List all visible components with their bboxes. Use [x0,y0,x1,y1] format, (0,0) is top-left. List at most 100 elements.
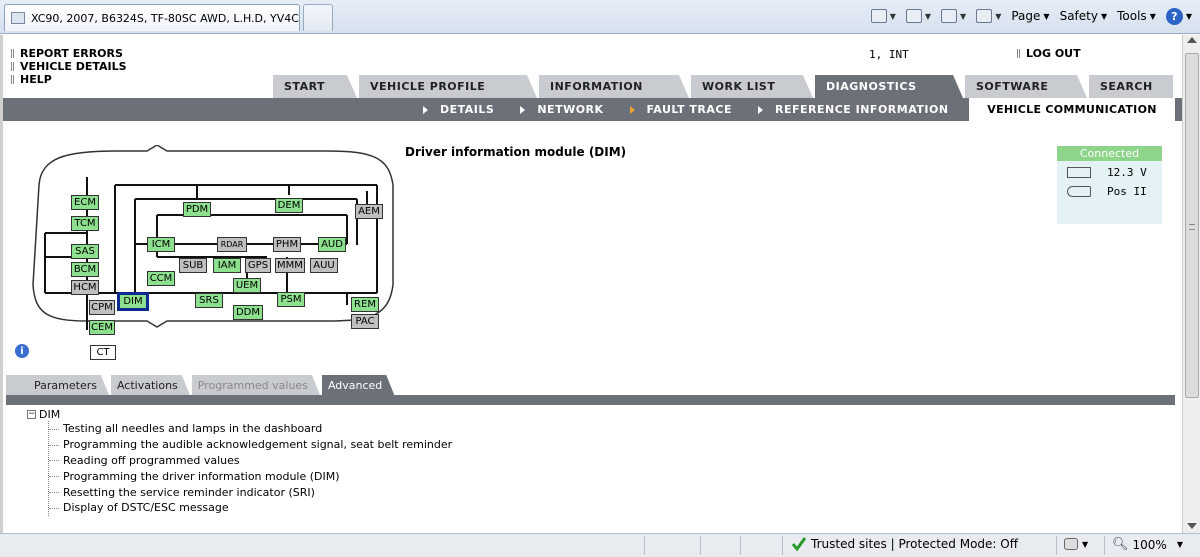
scroll-down-icon[interactable] [1187,523,1197,529]
module-label: RDAR [220,239,244,249]
module-icm[interactable]: ICM [147,237,175,252]
tree-item[interactable]: Display of DSTC/ESC message [49,500,452,516]
tab-start[interactable]: START [273,75,357,98]
zoom-level: 100% [1132,537,1167,552]
browser-tab-active[interactable]: XC90, 2007, B6324S, TF-80SC AWD, L.H.D, … [4,4,300,31]
info-icon[interactable]: i [15,344,29,358]
logout-link[interactable]: LOG OUT [1017,47,1081,60]
module-label: BCM [73,263,97,275]
tab-software[interactable]: SOFTWARE [965,75,1087,98]
help-menu[interactable]: ? ▼ [1165,7,1192,25]
tree-item-label: Programming the driver information modul… [63,469,340,483]
collapse-icon[interactable]: − [27,409,36,419]
tree-item[interactable]: Programming the driver information modul… [49,468,452,484]
module-label: CT [96,346,110,358]
module-bcm[interactable]: BCM [71,262,99,277]
tab-activations[interactable]: Activations [111,375,190,395]
scroll-thumb[interactable] [1185,53,1199,398]
zoom-control[interactable]: 🔍︎ 100% ▼ [1112,537,1183,552]
scroll-up-icon[interactable] [1187,37,1197,43]
module-label: UEM [235,279,259,291]
chevron-down-icon: ▼ [1043,11,1050,21]
vertical-scrollbar[interactable] [1182,35,1200,533]
module-pac[interactable]: PAC [351,314,379,329]
subnav-reference-information[interactable]: REFERENCE INFORMATION [758,103,949,116]
tab-advanced[interactable]: Advanced [322,375,394,395]
page-menu[interactable]: Page ▼ [1011,9,1049,23]
tree-item[interactable]: Resetting the service reminder indicator… [49,484,452,500]
protected-mode-button[interactable]: ▼ [1064,538,1088,550]
subnav-vehicle-communication[interactable]: VEHICLE COMMUNICATION [969,98,1175,121]
tree-item[interactable]: Programming the audible acknowledgement … [49,437,452,453]
home-icon [870,9,887,23]
chevron-down-icon: ▼ [1176,540,1183,549]
module-sas[interactable]: SAS [71,244,99,259]
subnav-fault-trace[interactable]: FAULT TRACE [629,103,732,116]
module-mmm[interactable]: MMM [275,258,305,273]
safety-menu[interactable]: Safety ▼ [1060,9,1108,23]
module-phm[interactable]: PHM [273,237,301,252]
tree-item[interactable]: Testing all needles and lamps in the das… [49,421,452,437]
module-cpm[interactable]: CPM [89,300,115,315]
new-tab-button[interactable] [303,4,333,31]
report-errors-link[interactable]: REPORT ERRORS [11,47,127,60]
module-ct[interactable]: CT [90,345,116,360]
module-sub[interactable]: SUB [179,258,207,273]
module-pdm[interactable]: PDM [183,202,211,217]
chevron-down-icon: ▼ [1185,11,1192,21]
bullet-icon [1017,49,1020,58]
module-ddm[interactable]: DDM [233,305,263,320]
main-nav: START VEHICLE PROFILE INFORMATION WORK L… [273,75,1175,98]
subnav-details[interactable]: DETAILS [423,103,494,116]
module-label: REM [354,298,376,310]
safety-menu-label: Safety [1059,9,1098,23]
tab-information[interactable]: INFORMATION [539,75,689,98]
module-hcm[interactable]: HCM [71,280,99,295]
feeds-button[interactable]: ▼ [905,9,931,23]
sub-nav: DETAILS NETWORK FAULT TRACE REFERENCE IN… [3,98,1183,121]
module-gps[interactable]: GPS [245,258,271,273]
module-aem[interactable]: AEM [355,204,383,219]
chevron-down-icon: ▼ [1100,11,1108,21]
tab-label: VEHICLE PROFILE [370,80,486,93]
rss-icon [905,9,922,23]
help-link[interactable]: HELP [11,73,127,86]
module-uem[interactable]: UEM [233,278,261,293]
tab-work-list[interactable]: WORK LIST [691,75,813,98]
tree-item-label: Resetting the service reminder indicator… [63,485,315,499]
subnav-network[interactable]: NETWORK [520,103,603,116]
command-bar: ▼ ▼ ▼ ▼ Page ▼ Safety ▼ Tools ▼ ? ▼ [870,6,1192,26]
tab-parameters[interactable]: Parameters [6,375,109,395]
tools-menu[interactable]: Tools ▼ [1117,9,1156,23]
module-rdar[interactable]: RDAR [217,237,247,252]
module-rem[interactable]: REM [351,297,379,312]
home-button[interactable]: ▼ [870,9,896,23]
module-label: PDM [185,203,209,215]
tree-root-dim[interactable]: − DIM [27,407,452,421]
module-label: DEM [277,199,301,211]
arrow-right-icon [629,105,635,114]
module-ecm[interactable]: ECM [71,195,99,210]
module-psm[interactable]: PSM [277,292,305,307]
tab-search[interactable]: SEARCH [1089,75,1173,98]
module-srs[interactable]: SRS [195,293,223,308]
security-zone[interactable]: Trusted sites | Protected Mode: Off [792,537,1018,551]
print-button[interactable]: ▼ [976,9,1001,23]
module-ccm[interactable]: CCM [147,271,175,286]
module-aud[interactable]: AUD [318,237,346,252]
module-dem[interactable]: DEM [275,198,303,213]
module-cem[interactable]: CEM [89,320,115,335]
status-divider [740,536,741,555]
tab-vehicle-profile[interactable]: VEHICLE PROFILE [359,75,537,98]
header-links: REPORT ERRORS VEHICLE DETAILS HELP [11,47,127,86]
module-dim-selected[interactable]: DIM [117,292,149,311]
tab-diagnostics[interactable]: DIAGNOSTICS [815,75,963,98]
tree-item[interactable]: Reading off programmed values [49,453,452,469]
module-iam[interactable]: IAM [213,258,241,273]
module-label: HCM [73,281,97,293]
vehicle-details-link[interactable]: VEHICLE DETAILS [11,60,127,73]
module-auu[interactable]: AUU [310,258,338,273]
mail-button[interactable]: ▼ [941,9,966,23]
module-tcm[interactable]: TCM [71,216,99,231]
module-label: SUB [182,259,204,271]
